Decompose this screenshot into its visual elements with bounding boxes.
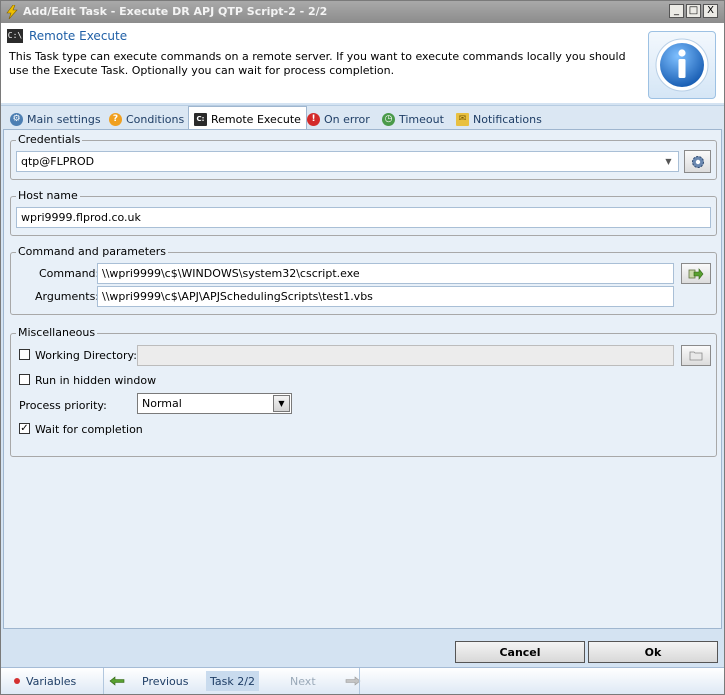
process-priority-label: Process priority:: [19, 399, 107, 412]
command-value: \\wpri9999\c$\WINDOWS\system32\cscript.e…: [102, 267, 360, 280]
command-legend: Command and parameters: [16, 245, 169, 258]
tab-label: Notifications: [473, 112, 542, 126]
credentials-group: Credentials qtp@FLPROD ▼: [10, 133, 717, 180]
tab-strip: ⚙ Main settings ? Conditions C: Remote E…: [1, 105, 724, 131]
tab-label: Main settings: [27, 112, 101, 126]
ok-button[interactable]: Ok: [588, 641, 718, 663]
task-label: Task 2/2: [210, 674, 255, 688]
tab-conditions[interactable]: ? Conditions: [104, 108, 189, 130]
tab-remote-execute[interactable]: C: Remote Execute: [188, 106, 307, 131]
tab-label: Remote Execute: [211, 112, 301, 126]
next-button[interactable]: Next: [290, 671, 361, 691]
remote-execute-panel: Credentials qtp@FLPROD ▼ Host name wpri9…: [3, 129, 722, 629]
task-description: This Task type can execute commands on a…: [9, 50, 626, 77]
working-directory-label: Working Directory:: [35, 349, 137, 362]
close-button[interactable]: X: [703, 4, 718, 18]
hidden-window-checkbox[interactable]: [19, 374, 30, 385]
chevron-down-icon: ▼: [665, 157, 672, 166]
title-bar[interactable]: Add/Edit Task - Execute DR APJ QTP Scrip…: [1, 1, 724, 23]
wait-completion-label: Wait for completion: [35, 423, 143, 436]
window-title: Add/Edit Task - Execute DR APJ QTP Scrip…: [23, 5, 328, 18]
lightning-icon: [6, 5, 18, 19]
wait-completion-checkbox[interactable]: ✓: [19, 423, 30, 434]
browse-command-button[interactable]: [681, 263, 711, 284]
host-name-legend: Host name: [16, 189, 80, 202]
credentials-value: qtp@FLPROD: [21, 155, 95, 168]
task-type-title: Remote Execute: [29, 29, 128, 43]
close-icon: X: [707, 5, 714, 16]
task-indicator: Task 2/2: [206, 671, 259, 691]
command-group: Command and parameters Command: \\wpri99…: [10, 245, 717, 315]
miscellaneous-group: Miscellaneous Working Directory: Run in …: [10, 326, 717, 457]
arguments-label: Arguments:: [35, 290, 100, 303]
gears-icon: ⚙: [10, 112, 23, 126]
manage-credentials-button[interactable]: [684, 150, 711, 173]
host-name-value: wpri9999.flprod.co.uk: [21, 211, 141, 224]
working-directory-checkbox[interactable]: [19, 349, 30, 360]
host-name-group: Host name wpri9999.flprod.co.uk: [10, 189, 717, 236]
miscellaneous-legend: Miscellaneous: [16, 326, 98, 339]
console-icon: C:: [194, 112, 207, 126]
previous-label: Previous: [142, 674, 189, 688]
hidden-window-label: Run in hidden window: [35, 374, 157, 387]
maximize-icon: □: [688, 5, 699, 16]
gear-icon: [691, 155, 704, 168]
nav-separator: [359, 668, 360, 694]
command-input[interactable]: \\wpri9999\c$\WINDOWS\system32\cscript.e…: [97, 263, 674, 284]
tab-label: Conditions: [126, 112, 185, 126]
tab-main-settings[interactable]: ⚙ Main settings: [5, 108, 106, 130]
next-label: Next: [290, 674, 316, 688]
info-panel: [648, 31, 716, 99]
process-priority-select[interactable]: Normal ▼: [137, 393, 292, 414]
arguments-value: \\wpri9999\c$\APJ\APJSchedulingScripts\t…: [102, 290, 373, 303]
tab-timeout[interactable]: ◷ Timeout: [377, 108, 449, 130]
cancel-label: Cancel: [499, 645, 541, 659]
question-icon: ?: [109, 112, 122, 126]
envelope-icon: ✉: [456, 112, 469, 126]
task-dialog-window: Add/Edit Task - Execute DR APJ QTP Scrip…: [0, 0, 725, 695]
tab-notifications[interactable]: ✉ Notifications: [451, 108, 547, 130]
folder-icon: [689, 351, 703, 361]
nav-separator: [103, 668, 104, 694]
cancel-button[interactable]: Cancel: [455, 641, 585, 663]
tab-on-error[interactable]: ! On error: [302, 108, 375, 130]
working-directory-input[interactable]: [137, 345, 674, 366]
tab-label: On error: [324, 112, 370, 126]
arrow-right-icon: [688, 267, 704, 280]
info-icon: [655, 38, 709, 92]
error-icon: !: [307, 112, 320, 126]
maximize-button[interactable]: □: [686, 4, 701, 18]
process-priority-value: Normal: [142, 397, 182, 410]
variables-label: Variables: [26, 674, 77, 688]
credentials-legend: Credentials: [16, 133, 83, 146]
minimize-icon: _: [674, 5, 679, 16]
console-icon: C:\: [7, 29, 23, 43]
command-label: Command:: [39, 267, 100, 280]
credentials-select[interactable]: qtp@FLPROD ▼: [16, 151, 679, 172]
ok-label: Ok: [644, 645, 662, 659]
minimize-button[interactable]: _: [669, 4, 684, 18]
chevron-down-icon: ▼: [273, 395, 290, 412]
variables-icon: [14, 678, 20, 684]
variables-button[interactable]: Variables: [13, 671, 76, 691]
clock-icon: ◷: [382, 112, 395, 126]
arguments-input[interactable]: \\wpri9999\c$\APJ\APJSchedulingScripts\t…: [97, 286, 674, 307]
host-name-input[interactable]: wpri9999.flprod.co.uk: [16, 207, 711, 228]
browse-directory-button[interactable]: [681, 345, 711, 366]
task-header: C:\ Remote Execute This Task type can ex…: [1, 23, 724, 103]
tab-label: Timeout: [399, 112, 444, 126]
arrow-left-icon: [109, 676, 125, 686]
dialog-footer: Cancel Ok: [1, 629, 724, 667]
previous-button[interactable]: Previous: [109, 671, 189, 691]
task-navigation-bar: Variables Previous Task 2/2 Next: [1, 667, 724, 694]
